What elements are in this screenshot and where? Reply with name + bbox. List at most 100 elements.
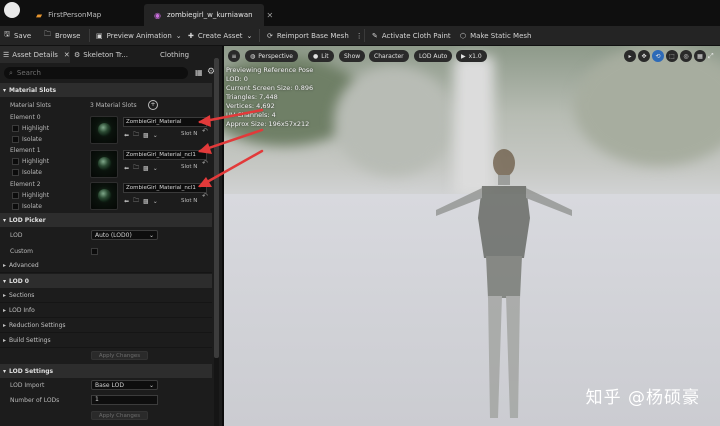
- lit-button[interactable]: ● Lit: [308, 50, 334, 62]
- browse-button[interactable]: 🗀 Browse: [44, 26, 81, 45]
- use-selected-icon[interactable]: ⬅: [124, 165, 129, 172]
- custom-checkbox[interactable]: [91, 248, 98, 255]
- select-mode-icon[interactable]: ▸: [624, 50, 636, 62]
- lod-auto-button[interactable]: LOD Auto: [414, 50, 453, 62]
- unreal-logo-icon[interactable]: [4, 2, 20, 18]
- browse-label: Browse: [55, 31, 81, 40]
- stat-line: Approx Size: 196x57x212: [226, 120, 310, 128]
- details-icon: ☰: [3, 50, 10, 59]
- chevron-right-icon: ▸: [3, 337, 7, 344]
- slot-name-field[interactable]: Slot N: [181, 131, 197, 137]
- table-view-icon[interactable]: ▦: [195, 68, 203, 77]
- close-icon[interactable]: ✕: [267, 11, 274, 20]
- preview-animation-button[interactable]: ▣ Preview Animation ⌄: [96, 26, 182, 45]
- sections-row[interactable]: ▸ Sections: [0, 289, 212, 303]
- reimport-base-mesh-button[interactable]: ⟳ Reimport Base Mesh ⋮: [267, 26, 363, 45]
- checker-icon[interactable]: ▩: [143, 198, 149, 205]
- apply-changes-button[interactable]: Apply Changes: [91, 351, 148, 360]
- reset-icon[interactable]: ↶: [202, 127, 208, 135]
- stat-line: Triangles: 7,448: [226, 93, 278, 101]
- tab-zombiegirl[interactable]: ◉ zombiegirl_w_kurniawan ✕: [144, 4, 273, 26]
- checker-icon[interactable]: ▩: [143, 132, 149, 139]
- reset-icon[interactable]: ↶: [202, 192, 208, 200]
- tab-asset-details[interactable]: ☰ Asset Details ✕: [0, 46, 70, 63]
- perspective-button[interactable]: ◍ Perspective: [245, 50, 298, 62]
- section-title: LOD Picker: [9, 216, 46, 224]
- isolate-checkbox[interactable]: [12, 136, 19, 143]
- highlight-checkbox[interactable]: [12, 192, 19, 199]
- browse-icon[interactable]: 🗀: [133, 163, 139, 173]
- create-asset-button[interactable]: ✚ Create Asset ⌄: [188, 26, 252, 45]
- advanced-row[interactable]: ▸ Advanced: [0, 259, 212, 273]
- show-button[interactable]: Show: [339, 50, 366, 62]
- static-mesh-icon: ⬡: [460, 31, 467, 40]
- browse-icon[interactable]: 🗀: [133, 130, 139, 140]
- section-lod0[interactable]: ▾ LOD 0: [0, 274, 212, 288]
- search-input[interactable]: ⌕ Search: [4, 67, 188, 79]
- reset-icon[interactable]: ↶: [202, 159, 208, 167]
- lod-import-value: Base LOD: [95, 381, 124, 389]
- highlight-checkbox[interactable]: [12, 158, 19, 165]
- material-thumbnail[interactable]: [90, 182, 118, 210]
- chevron-down-icon[interactable]: ⌄: [153, 198, 158, 205]
- rotate-icon[interactable]: ⟲: [652, 50, 664, 62]
- slot-name-field[interactable]: Slot N: [181, 164, 197, 170]
- character-button[interactable]: Character: [369, 50, 409, 62]
- toolbar-divider: [89, 29, 90, 42]
- more-options-icon[interactable]: ⋮: [356, 32, 363, 40]
- isolate-checkbox[interactable]: [12, 203, 19, 210]
- reduction-settings-row[interactable]: ▸ Reduction Settings: [0, 319, 212, 333]
- element-label: Element 2: [10, 181, 41, 188]
- maximize-icon[interactable]: ⤢: [708, 52, 714, 61]
- chevron-right-icon: ▸: [3, 292, 7, 299]
- tab-skeleton-tree[interactable]: ⚙ Skeleton Tr...: [74, 46, 128, 63]
- lod-import-dropdown[interactable]: Base LOD ⌄: [91, 380, 158, 390]
- skeleton-icon: ⚙: [74, 50, 81, 59]
- use-selected-icon[interactable]: ⬅: [124, 198, 129, 205]
- lod-info-row[interactable]: ▸ LOD Info: [0, 304, 212, 318]
- highlight-checkbox[interactable]: [12, 125, 19, 132]
- world-icon[interactable]: ◎: [680, 50, 692, 62]
- material-thumbnail[interactable]: [90, 150, 118, 178]
- material-picker[interactable]: ZombieGirl_Material_ncl1: [123, 150, 207, 160]
- snap-icon[interactable]: ▦: [694, 50, 706, 62]
- element-label: Element 0: [10, 114, 41, 121]
- film-icon: ▣: [96, 31, 103, 40]
- section-lod-settings[interactable]: ▾ LOD Settings: [0, 364, 212, 378]
- checker-icon[interactable]: ▩: [143, 165, 149, 172]
- isolate-checkbox[interactable]: [12, 169, 19, 176]
- activate-cloth-paint-button[interactable]: ✎ Activate Cloth Paint: [372, 26, 451, 45]
- lod-dropdown[interactable]: Auto (LOD0) ⌄: [91, 230, 158, 240]
- browse-icon[interactable]: 🗀: [133, 196, 139, 206]
- chevron-down-icon: ▾: [3, 86, 7, 94]
- number-of-lods-input[interactable]: 1: [91, 395, 158, 405]
- apply-changes-button[interactable]: Apply Changes: [91, 411, 148, 420]
- details-scrollbar[interactable]: [214, 58, 219, 358]
- viewport-menu-button[interactable]: ≡: [228, 50, 240, 62]
- translate-icon[interactable]: ✥: [638, 50, 650, 62]
- build-settings-row[interactable]: ▸ Build Settings: [0, 334, 212, 348]
- row-label: Reduction Settings: [9, 322, 66, 329]
- row-label: Build Settings: [9, 337, 51, 344]
- use-selected-icon[interactable]: ⬅: [124, 132, 129, 139]
- tab-clothing[interactable]: Clothing: [160, 46, 189, 63]
- material-thumbnail[interactable]: [90, 116, 118, 144]
- section-material-slots[interactable]: ▾ Material Slots: [0, 83, 212, 97]
- chevron-down-icon: ▾: [3, 367, 7, 375]
- material-picker[interactable]: ZombieGirl_Material: [123, 117, 207, 127]
- close-icon[interactable]: ✕: [64, 51, 70, 59]
- make-static-mesh-button[interactable]: ⬡ Make Static Mesh: [460, 26, 531, 45]
- chevron-down-icon: ⌄: [148, 231, 154, 239]
- slot-name-field[interactable]: Slot N: [181, 198, 197, 204]
- preview-viewport[interactable]: ≡ ◍ Perspective ● Lit Show Character LOD…: [224, 46, 720, 426]
- material-picker[interactable]: ZombieGirl_Material_ncl1: [123, 183, 207, 193]
- playback-speed-button[interactable]: ▶ x1.0: [456, 50, 487, 62]
- chevron-right-icon: ▸: [3, 307, 7, 314]
- add-slot-icon[interactable]: +: [148, 100, 158, 110]
- scale-icon[interactable]: ⬚: [666, 50, 678, 62]
- chevron-down-icon[interactable]: ⌄: [153, 132, 158, 139]
- save-button[interactable]: 🖫 Save: [4, 26, 31, 45]
- section-lod-picker[interactable]: ▾ LOD Picker: [0, 213, 212, 227]
- tab-first-person-map[interactable]: ▰ FirstPersonMap: [26, 4, 138, 26]
- chevron-down-icon[interactable]: ⌄: [153, 165, 158, 172]
